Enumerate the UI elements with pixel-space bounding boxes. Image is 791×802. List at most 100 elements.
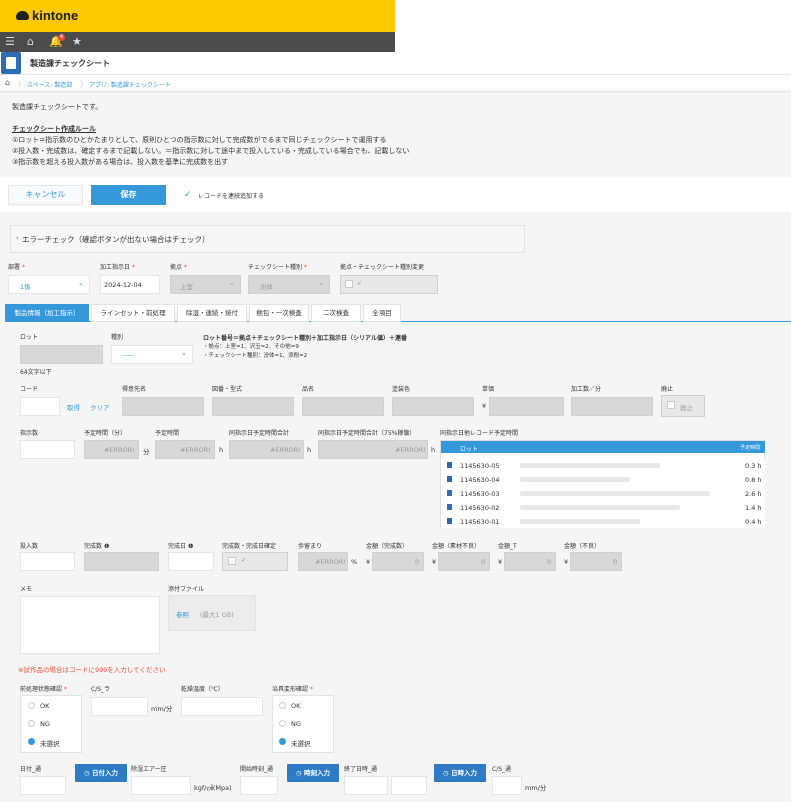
amount-material-label: 金額（素材不良） xyxy=(432,543,481,550)
tab-lineset[interactable]: ラインセット・前処理 xyxy=(91,304,175,322)
rule-title: チェックシート作成ルール xyxy=(12,125,96,133)
table-header-time: 予定時間 xyxy=(740,445,761,451)
table-cell-lot[interactable]: 1145630-05 xyxy=(460,462,500,470)
tab-product[interactable]: 製品情報（加工指示） xyxy=(5,304,89,322)
air-pressure-label: 除湿エアー圧 xyxy=(131,766,167,773)
customer-field xyxy=(122,397,204,416)
input-qty-input[interactable] xyxy=(20,552,75,571)
chevron-right-icon: 〉 xyxy=(18,80,25,88)
date-tsu-label: 日付_通 xyxy=(20,766,42,773)
jig-check-label: 治具変形確認 * xyxy=(272,686,313,693)
yield-label: 歩留まり xyxy=(298,543,323,550)
star-icon[interactable]: ★ xyxy=(72,36,82,48)
cancel-button[interactable]: キャンセル xyxy=(8,185,83,205)
breadcrumb-app[interactable]: アプリ: 製造課チェックシート xyxy=(89,80,171,89)
file-icon[interactable] xyxy=(447,490,452,496)
memo-textarea[interactable] xyxy=(20,596,160,654)
check-icon[interactable]: ✓ xyxy=(184,190,192,200)
qty-input[interactable] xyxy=(20,440,75,459)
tab-packing[interactable]: 梱包・一次検査 xyxy=(249,304,309,322)
tab-dehumid[interactable]: 除湿・連続・焼付 xyxy=(177,304,247,322)
date-tsu-input[interactable] xyxy=(20,776,66,795)
time-input-button[interactable]: ◷ 時刻入力 xyxy=(287,764,339,782)
mm-unit: mm/分 xyxy=(525,784,547,792)
radio-ok-label: OK xyxy=(40,702,50,710)
file-icon[interactable] xyxy=(447,518,452,524)
radio-ok[interactable] xyxy=(28,702,35,709)
table-cell-blurred xyxy=(520,491,710,496)
date-input-button[interactable]: ◷ 日付入力 xyxy=(75,764,127,782)
kind-value: ----- xyxy=(122,351,134,359)
clock-icon: ◷ xyxy=(443,769,449,777)
yen-symbol: ¥ xyxy=(498,558,503,566)
table-header-lot: ロット xyxy=(460,446,479,453)
get-link[interactable]: 取得 xyxy=(67,402,80,412)
clock-icon: ◷ xyxy=(296,769,302,777)
rule-line: ②投入数・完成数は、確定するまで記載しない。＝指示数に対して途中まで投入している… xyxy=(12,147,410,155)
radio-ng[interactable] xyxy=(28,720,35,727)
file-icon[interactable] xyxy=(447,504,452,510)
clear-link[interactable]: クリア xyxy=(90,402,110,412)
discontinued-value: 廃止 xyxy=(680,404,693,412)
notification-badge: 4 xyxy=(58,34,65,41)
same-75-value: #ERROR! xyxy=(395,446,426,454)
date-label: 加工指示日 * xyxy=(100,264,135,271)
code-input[interactable] xyxy=(20,397,60,416)
radio-unselected[interactable] xyxy=(28,738,35,745)
lot-rule-line: ・拠点：上室=1、沢玉=2、その他=9 xyxy=(203,344,299,350)
rule-line: ①ロット=指示数のひとかたまりとして、原則ひとつの指示数に対して完成数がでるまで… xyxy=(12,136,387,144)
hour-unit: h xyxy=(431,446,436,454)
chevron-down-icon: ⌄ xyxy=(78,279,84,287)
air-pressure-unit: kgf/㎠(Mpa) xyxy=(194,784,232,792)
plan-hr-value: #ERROR! xyxy=(180,446,211,454)
continuous-add-label[interactable]: レコードを連続追加する xyxy=(198,191,264,200)
dry-temp-input[interactable] xyxy=(181,697,263,716)
save-button[interactable]: 保存 xyxy=(91,185,166,205)
home-icon[interactable]: ⌂ xyxy=(27,36,34,48)
file-icon[interactable] xyxy=(447,462,452,468)
input-qty-label: 投入数 xyxy=(20,543,39,550)
kintone-logo[interactable]: kintone xyxy=(16,8,78,23)
chevron-right-icon: 〉 xyxy=(80,80,87,88)
amount-material-value: 0 xyxy=(481,558,486,566)
done-date-input[interactable] xyxy=(168,552,214,571)
description-line: 製造課チェックシートです。 xyxy=(12,103,103,111)
tab-second-inspection[interactable]: 二次検査 xyxy=(311,304,361,322)
table-cell-time: 0.3 h xyxy=(745,462,762,470)
end-date-input[interactable] xyxy=(344,776,388,795)
plan-min-value: #ERROR! xyxy=(104,446,135,454)
start-time-input[interactable] xyxy=(240,776,278,795)
radio-unselected[interactable] xyxy=(279,738,286,745)
menu-icon[interactable]: ☰ xyxy=(5,36,15,48)
amount-done-label: 金額（完成数） xyxy=(366,543,409,550)
app-icon xyxy=(1,52,21,74)
percent-unit: % xyxy=(351,558,358,566)
table-cell-lot[interactable]: 1145630-02 xyxy=(460,504,500,512)
table-cell-time: 1.4 h xyxy=(745,504,762,512)
radio-ng[interactable] xyxy=(279,720,286,727)
end-time-input[interactable] xyxy=(391,776,427,795)
cs-input[interactable] xyxy=(91,697,148,716)
rate-label: 加工数／分 xyxy=(571,386,602,393)
table-cell-time: 0.8 h xyxy=(745,476,762,484)
radio-ok[interactable] xyxy=(279,702,286,709)
datetime-input-button[interactable]: ◷ 日時入力 xyxy=(434,764,486,782)
hour-unit: h xyxy=(219,446,224,454)
air-pressure-input[interactable] xyxy=(131,776,191,795)
help-icon: ❶ xyxy=(103,543,110,550)
table-cell-lot[interactable]: 1145630-03 xyxy=(460,490,500,498)
table-cell-lot[interactable]: 1145630-04 xyxy=(460,476,500,484)
drawing-field xyxy=(212,397,294,416)
tab-all[interactable]: 全項目 xyxy=(363,304,401,322)
home-icon[interactable]: ⌂ xyxy=(5,78,10,87)
table-cell-lot[interactable]: 1145630-01 xyxy=(460,518,500,526)
browse-button[interactable]: 参照 xyxy=(176,609,189,619)
file-icon[interactable] xyxy=(447,476,452,482)
sheet-type-value: 汾体 xyxy=(260,283,273,291)
radio-ng-label: NG xyxy=(291,720,301,728)
price-label: 単価 xyxy=(482,386,495,393)
cs2-input[interactable] xyxy=(492,776,522,795)
breadcrumb-space[interactable]: スペース: 製造部 xyxy=(27,80,72,89)
lot-label: ロット xyxy=(20,334,39,341)
error-check-title[interactable]: エラーチェック（確認ボタンが出ない場合はチェック） xyxy=(22,234,210,245)
